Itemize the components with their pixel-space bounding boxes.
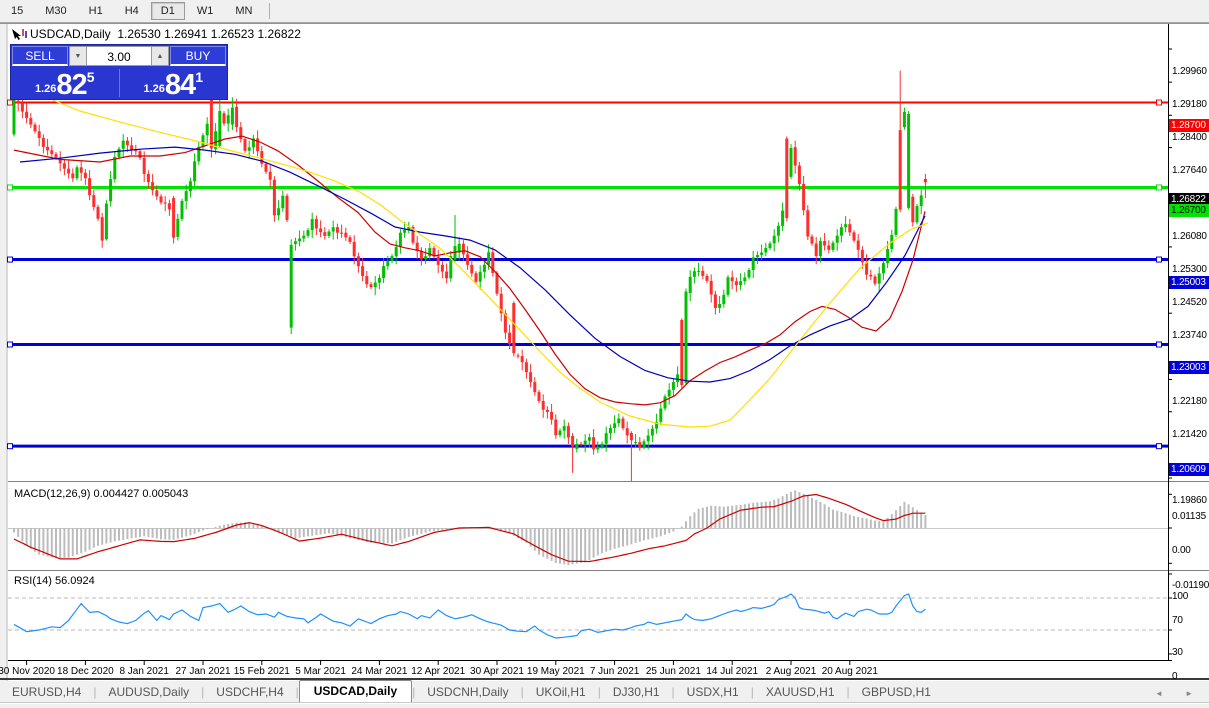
chart-window: USDCAD,Daily 1.26530 1.26941 1.26523 1.2…: [0, 23, 1209, 682]
one-click-trade-panel: SELL ▼ 3.00 ▲ BUY 1.26 82 5 1.26 84 1: [10, 44, 228, 100]
status-strip: [0, 703, 1209, 708]
rsi-axis-label: 70: [1172, 615, 1183, 626]
price-axis-label: 1.29960: [1172, 66, 1207, 77]
sell-button[interactable]: SELL: [12, 46, 68, 66]
symbol-tab-bar: EURUSD,H4 | AUDUSD,Daily | USDCHF,H4 | USDCAD,…: [0, 680, 1209, 703]
sell-price-pips: 82: [56, 69, 87, 101]
buy-price-bigfigure: 1.26: [143, 83, 165, 95]
buy-button[interactable]: BUY: [170, 46, 226, 66]
date-axis-label: 19 May 2021: [526, 666, 585, 677]
level-price-badge: 1.25003: [1169, 276, 1209, 290]
macd-indicator-label: MACD(12,26,9) 0.004427 0.005043: [14, 488, 189, 500]
chart-tab-usdcad[interactable]: USDCAD,Daily: [298, 680, 413, 702]
timeframe-button-h4[interactable]: H4: [115, 2, 149, 20]
date-axis-label: 7 Jun 2021: [589, 666, 640, 677]
rsi-indicator-label: RSI(14) 56.0924: [14, 575, 95, 587]
chart-ohlc-values: 1.26530 1.26941 1.26523 1.26822: [117, 27, 301, 41]
price-axis-label: 1.22180: [1172, 396, 1207, 408]
macd-axis-label: 0.01135: [1172, 511, 1207, 523]
date-axis-label: 2 Aug 2021: [765, 666, 817, 677]
chart-tab-dj30[interactable]: DJ30,H1: [601, 682, 672, 702]
tab-scroll-arrows[interactable]: ◄ ►: [1155, 689, 1203, 698]
chart-tab-usdx[interactable]: USDX,H1: [675, 682, 751, 702]
date-axis-label: 12 Apr 2021: [411, 666, 466, 677]
level-price-badge: 1.28700: [1169, 119, 1209, 133]
buy-price-pips: 84: [164, 69, 196, 101]
price-axis-label: 1.21420: [1172, 428, 1207, 440]
chart-tab-usdcnh[interactable]: USDCNH,Daily: [415, 682, 520, 702]
date-axis-label: 14 Jul 2021: [706, 666, 759, 677]
date-axis-label: 18 Dec 2020: [57, 666, 114, 677]
rsi-axis-label: 100: [1172, 591, 1189, 602]
date-axis-label: 15 Feb 2021: [233, 666, 290, 677]
chart-tab-usdchf[interactable]: USDCHF,H4: [204, 682, 295, 702]
level-price-badge: 1.23003: [1169, 361, 1209, 374]
volume-input[interactable]: 3.00: [87, 46, 151, 66]
volume-decrease-button[interactable]: ▼: [69, 46, 87, 66]
timeframe-button-15[interactable]: 15: [1, 2, 33, 20]
chart-canvas[interactable]: [0, 23, 1209, 680]
date-axis-label: 5 Mar 2021: [295, 666, 346, 677]
price-axis-label: 1.26080: [1172, 230, 1207, 242]
toolbar-separator: [269, 3, 271, 19]
timeframe-button-m30[interactable]: M30: [35, 2, 76, 20]
sell-price-bigfigure: 1.26: [35, 83, 57, 95]
mt4-app: 15 M30 H1 H4 D1 W1 MN USDCAD,Daily 1.26530 1.2…: [0, 0, 1209, 708]
price-axis-label: 1.27640: [1172, 164, 1207, 176]
level-price-badge: 1.20609: [1169, 462, 1209, 476]
date-axis-label: 30 Apr 2021: [470, 666, 524, 677]
timeframe-button-w1[interactable]: W1: [187, 2, 224, 20]
date-axis-label: 25 Jun 2021: [645, 666, 701, 677]
price-axis-label: 1.25300: [1172, 263, 1207, 275]
chart-tab-audusd[interactable]: AUDUSD,Daily: [96, 682, 201, 702]
volume-increase-button[interactable]: ▲: [151, 46, 169, 66]
date-axis-label: 24 Mar 2021: [351, 666, 408, 677]
price-axis-label: 1.28400: [1172, 132, 1207, 144]
chart-tab-eurusd[interactable]: EURUSD,H4: [0, 682, 93, 702]
date-axis-label: 30 Nov 2020: [0, 666, 55, 677]
chart-title-ohlc: USDCAD,Daily 1.26530 1.26941 1.26523 1.2…: [30, 27, 301, 41]
chart-tab-xauusd[interactable]: XAUUSD,H1: [754, 682, 847, 702]
sell-price-pipette: 5: [86, 69, 95, 85]
price-axis-label: 1.19860: [1172, 495, 1207, 506]
buy-price-display[interactable]: 1.26 84 1: [120, 67, 228, 101]
price-axis-label: 1.24520: [1172, 297, 1207, 309]
price-axis-label: 1.23740: [1172, 330, 1207, 342]
level-price-badge: 1.26700: [1169, 203, 1209, 217]
timeframe-button-h1[interactable]: H1: [79, 2, 113, 20]
macd-axis-label: -0.01190: [1172, 580, 1209, 592]
timeframe-toolbar: 15 M30 H1 H4 D1 W1 MN: [0, 0, 1209, 23]
date-axis-label: 27 Jan 2021: [175, 666, 231, 677]
date-axis-label: 8 Jan 2021: [119, 666, 169, 677]
timeframe-button-d1[interactable]: D1: [150, 2, 185, 20]
price-axis-label: 1.29180: [1172, 99, 1207, 111]
macd-axis-label: 0.00: [1172, 545, 1191, 556]
buy-price-pipette: 1: [195, 69, 203, 85]
chart-tab-gbpusd[interactable]: GBPUSD,H1: [850, 682, 943, 702]
date-axis-label: 20 Aug 2021: [821, 666, 878, 677]
chart-tab-ukoil[interactable]: UKOil,H1: [524, 682, 598, 702]
sell-price-display[interactable]: 1.26 82 5: [11, 67, 119, 101]
timeframe-button-mn[interactable]: MN: [225, 2, 262, 20]
chart-cursor-icon: [12, 29, 27, 40]
chart-symbol-label: USDCAD,Daily: [30, 27, 111, 41]
rsi-axis-label: 30: [1172, 647, 1183, 658]
